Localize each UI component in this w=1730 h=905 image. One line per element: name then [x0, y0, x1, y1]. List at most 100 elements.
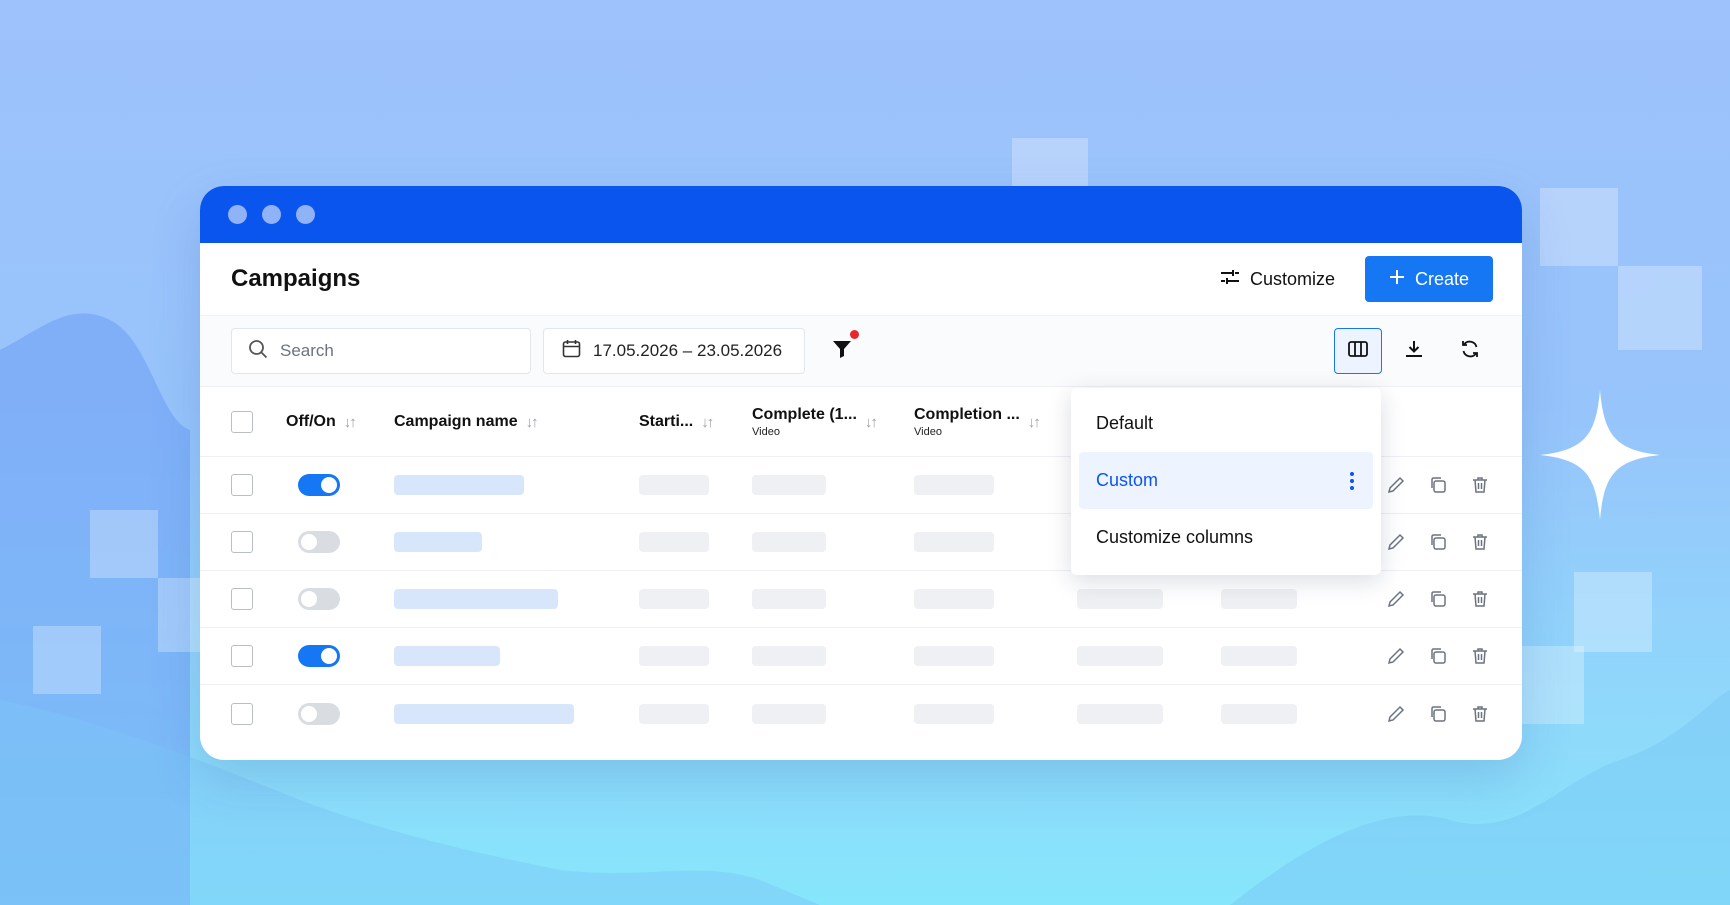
- campaign-name-placeholder: [394, 589, 558, 609]
- window-dot-minimize[interactable]: [262, 205, 281, 224]
- cell-placeholder: [752, 703, 826, 724]
- cell-placeholder: [752, 475, 826, 495]
- page-header: Campaigns Customize Create: [200, 243, 1522, 315]
- sort-icon[interactable]: ↓↑: [526, 414, 539, 431]
- delete-icon[interactable]: [1470, 475, 1490, 495]
- sort-icon[interactable]: ↓↑: [865, 414, 878, 431]
- menu-item-label: Customize columns: [1096, 527, 1254, 547]
- row-checkbox[interactable]: [231, 702, 253, 725]
- date-range-value: 17.05.2026 – 23.05.2026: [593, 341, 783, 360]
- column-header-complete[interactable]: Complete (1... Video ↓↑: [752, 387, 878, 457]
- column-label: Off/On: [286, 413, 336, 430]
- column-header-off-on[interactable]: Off/On ↓↑: [286, 387, 357, 457]
- deco-square: [1540, 188, 1618, 266]
- duplicate-icon[interactable]: [1428, 475, 1448, 495]
- cell-placeholder: [639, 589, 709, 609]
- plus-icon: [1389, 269, 1405, 290]
- column-header-completion[interactable]: Completion ... Video ↓↑: [914, 387, 1041, 457]
- table-row[interactable]: [200, 571, 1522, 628]
- menu-item-label: Default: [1096, 413, 1154, 433]
- refresh-button[interactable]: [1446, 328, 1494, 374]
- duplicate-icon[interactable]: [1428, 646, 1448, 666]
- more-options-icon[interactable]: [1350, 471, 1356, 490]
- download-button[interactable]: [1390, 328, 1438, 374]
- campaign-name-placeholder: [394, 475, 524, 495]
- delete-icon[interactable]: [1470, 704, 1490, 724]
- toggle-knob: [301, 705, 317, 722]
- duplicate-icon[interactable]: [1428, 704, 1448, 724]
- filter-button[interactable]: [827, 330, 859, 366]
- sort-icon[interactable]: ↓↑: [1028, 414, 1041, 431]
- sort-icon[interactable]: ↓↑: [344, 414, 357, 431]
- edit-icon[interactable]: [1386, 704, 1406, 724]
- table-toolbar: 17.05.2026 – 23.05.2026: [200, 315, 1522, 387]
- select-all-checkbox[interactable]: [231, 410, 253, 433]
- cell-placeholder: [914, 532, 994, 552]
- sparkle-icon: [1540, 390, 1660, 520]
- cell-placeholder: [639, 646, 709, 666]
- row-actions: [1386, 532, 1490, 552]
- column-label: Completion ...: [914, 406, 1020, 423]
- row-toggle[interactable]: [298, 645, 340, 667]
- row-checkbox[interactable]: [231, 474, 253, 496]
- sort-icon[interactable]: ↓↑: [701, 414, 714, 431]
- column-sublabel: Video: [752, 426, 780, 438]
- column-label: Complete (1...: [752, 406, 857, 423]
- delete-icon[interactable]: [1470, 646, 1490, 666]
- row-toggle[interactable]: [298, 474, 340, 496]
- cell-placeholder: [914, 703, 994, 724]
- row-toggle[interactable]: [298, 531, 340, 553]
- deco-square: [1574, 572, 1652, 652]
- row-toggle[interactable]: [298, 588, 340, 610]
- columns-menu: Default Custom Customize columns: [1071, 388, 1381, 575]
- columns-menu-item-custom[interactable]: Custom: [1079, 452, 1373, 509]
- column-header-campaign-name[interactable]: Campaign name ↓↑: [394, 387, 539, 457]
- date-range-picker[interactable]: 17.05.2026 – 23.05.2026: [543, 328, 805, 374]
- row-toggle[interactable]: [298, 702, 340, 725]
- deco-square: [1522, 646, 1584, 724]
- toolbar-right-actions: [1334, 328, 1494, 374]
- edit-icon[interactable]: [1386, 589, 1406, 609]
- row-select-cell: [200, 531, 286, 553]
- row-checkbox[interactable]: [231, 645, 253, 667]
- app-window: Campaigns Customize Create Search 17.05.…: [200, 186, 1522, 760]
- columns-menu-item-customize-columns[interactable]: Customize columns: [1079, 509, 1373, 566]
- search-box[interactable]: [231, 328, 531, 374]
- row-checkbox[interactable]: [231, 588, 253, 610]
- duplicate-icon[interactable]: [1428, 589, 1448, 609]
- row-checkbox[interactable]: [231, 531, 253, 553]
- delete-icon[interactable]: [1470, 532, 1490, 552]
- window-dot-maximize[interactable]: [296, 205, 315, 224]
- deco-square: [1012, 138, 1088, 188]
- duplicate-icon[interactable]: [1428, 532, 1448, 552]
- deco-square: [158, 578, 202, 652]
- search-input[interactable]: [280, 341, 500, 361]
- cell-placeholder: [914, 475, 994, 495]
- column-header-starting[interactable]: Starti... ↓↑: [639, 387, 714, 457]
- table-row[interactable]: [200, 628, 1522, 685]
- customize-button[interactable]: Customize: [1220, 269, 1335, 290]
- row-select-cell: [200, 702, 286, 725]
- cell-placeholder: [639, 703, 709, 724]
- edit-icon[interactable]: [1386, 646, 1406, 666]
- window-dot-close[interactable]: [228, 205, 247, 224]
- filter-active-badge: [850, 330, 859, 339]
- row-actions: [1386, 589, 1490, 609]
- calendar-icon: [562, 339, 581, 363]
- columns-menu-item-default[interactable]: Default: [1079, 395, 1373, 452]
- cell-placeholder: [639, 475, 709, 495]
- row-select-cell: [200, 645, 286, 667]
- edit-icon[interactable]: [1386, 475, 1406, 495]
- row-select-cell: [200, 588, 286, 610]
- delete-icon[interactable]: [1470, 589, 1490, 609]
- toggle-knob: [321, 477, 337, 493]
- create-button[interactable]: Create: [1365, 256, 1493, 302]
- campaign-name-placeholder: [394, 646, 500, 666]
- sliders-icon: [1220, 269, 1240, 290]
- search-icon: [248, 339, 268, 364]
- row-actions: [1386, 475, 1490, 495]
- create-label: Create: [1414, 268, 1470, 289]
- columns-button[interactable]: [1334, 328, 1382, 374]
- table-row[interactable]: [200, 685, 1522, 742]
- edit-icon[interactable]: [1386, 532, 1406, 552]
